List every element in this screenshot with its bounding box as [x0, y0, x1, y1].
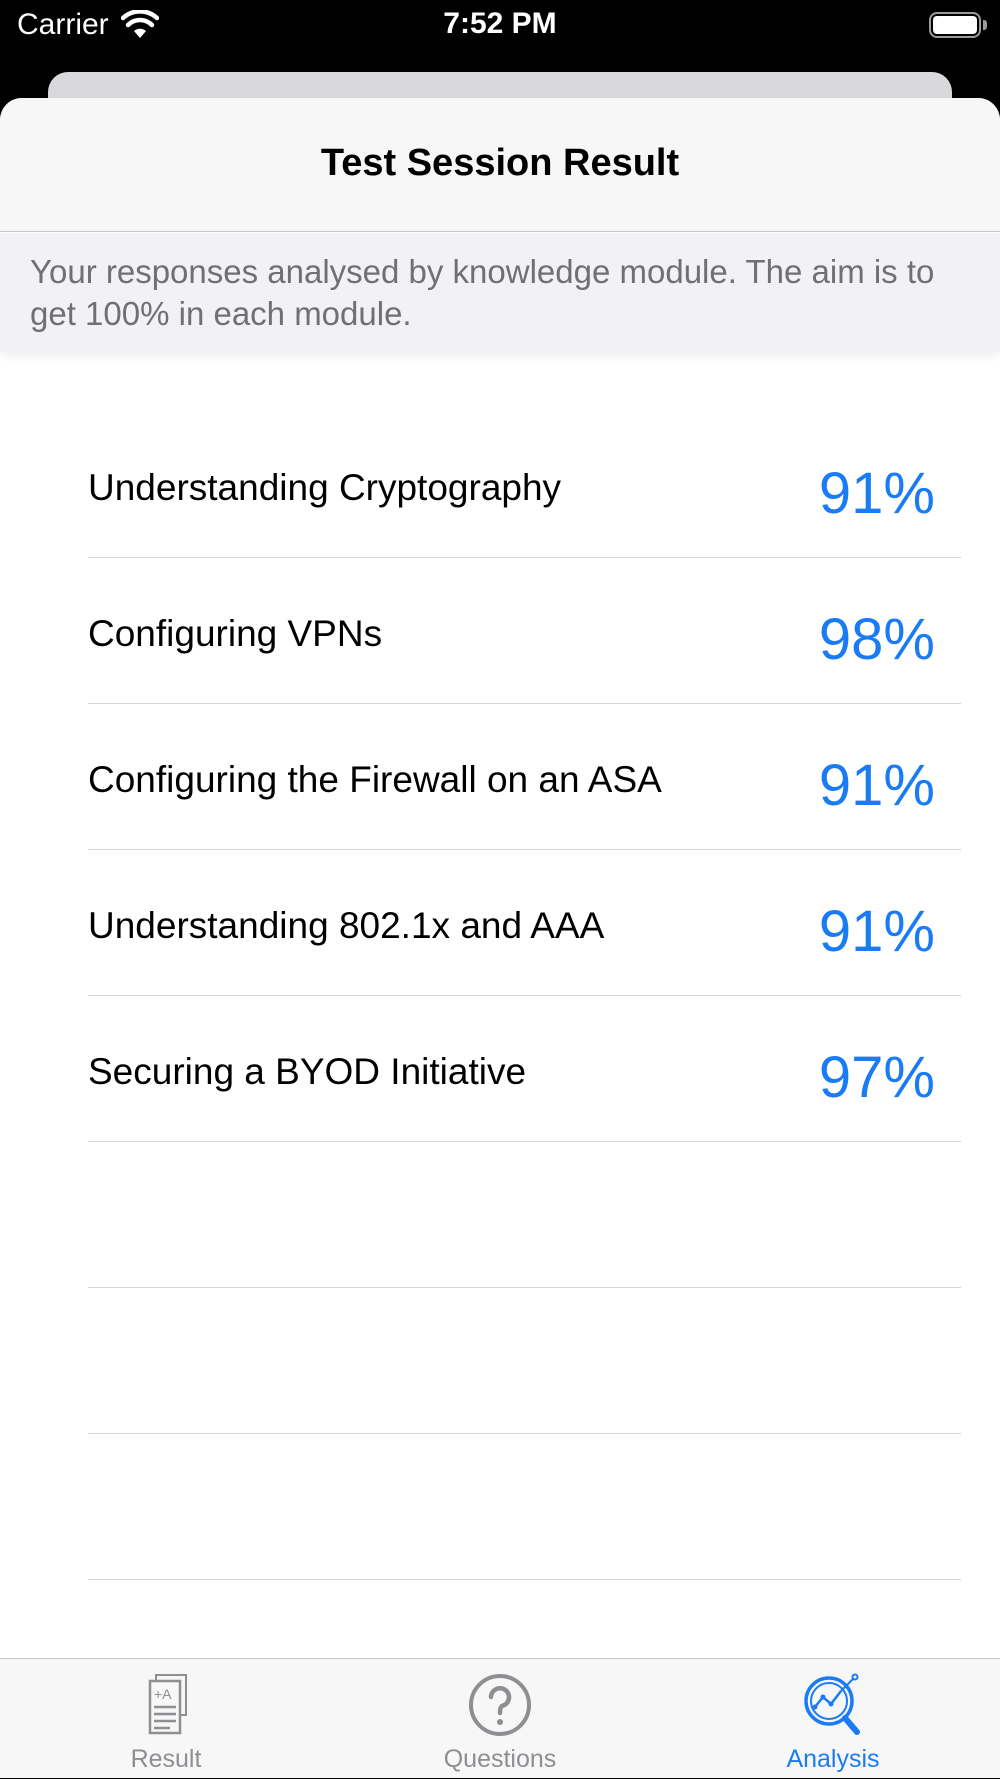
svg-text:+A: +A: [154, 1686, 172, 1702]
analysis-magnifier-icon: [804, 1673, 860, 1735]
module-row[interactable]: Configuring the Firewall on an ASA 91%: [88, 704, 961, 850]
module-score: 91%: [818, 753, 935, 818]
tab-result[interactable]: +A Result: [66, 1659, 266, 1779]
result-document-icon: +A: [148, 1674, 187, 1735]
tab-label: Analysis: [786, 1745, 880, 1773]
tab-analysis[interactable]: Analysis: [733, 1659, 933, 1779]
module-name: Configuring the Firewall on an ASA: [88, 759, 662, 800]
empty-row: [88, 1142, 961, 1288]
tab-label: Result: [130, 1745, 202, 1773]
module-score-list[interactable]: Understanding Cryptography 91% Configuri…: [0, 410, 1000, 1580]
module-name: Understanding Cryptography: [88, 467, 562, 508]
module-name: Securing a BYOD Initiative: [88, 1051, 527, 1092]
question-circle-icon: [469, 1674, 531, 1736]
module-name: Understanding 802.1x and AAA: [88, 905, 605, 946]
page-title: Test Session Result: [320, 142, 680, 184]
module-name: Configuring VPNs: [88, 613, 383, 654]
status-bar: Carrier 7:52 PM: [0, 0, 1000, 66]
module-row[interactable]: Securing a BYOD Initiative 97%: [88, 996, 961, 1142]
module-row[interactable]: Configuring VPNs 98%: [88, 558, 961, 704]
battery-icon: [929, 12, 981, 38]
module-row[interactable]: Understanding Cryptography 91%: [88, 330, 961, 558]
tab-bar: +A Result Questions Analysis: [0, 1658, 1000, 1778]
modal-sheet: Test Session Result Your responses analy…: [0, 98, 1000, 1778]
module-score: 91%: [818, 899, 935, 964]
module-row[interactable]: Understanding 802.1x and AAA 91%: [88, 850, 961, 996]
battery-nub: [983, 20, 987, 30]
module-score: 98%: [818, 607, 935, 672]
tab-label: Questions: [443, 1745, 557, 1773]
navigation-bar: Test Session Result: [0, 98, 1000, 232]
clock: 7:52 PM: [443, 7, 557, 40]
module-score: 97%: [818, 1045, 935, 1110]
tab-questions[interactable]: Questions: [400, 1659, 600, 1779]
empty-row: [88, 1288, 961, 1434]
empty-row: [88, 1434, 961, 1580]
module-score: 91%: [818, 461, 935, 526]
